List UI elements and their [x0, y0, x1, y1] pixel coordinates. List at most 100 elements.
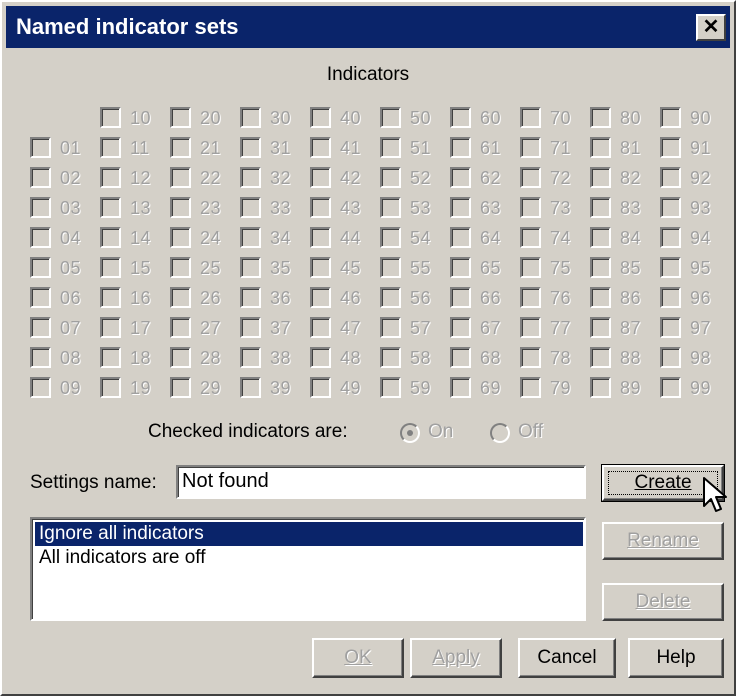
indicator-checkbox[interactable]: 45 [310, 254, 380, 282]
checkbox-box[interactable] [590, 107, 611, 128]
checkbox-box[interactable] [240, 347, 261, 368]
indicator-checkbox[interactable]: 25 [170, 254, 240, 282]
indicator-checkbox[interactable]: 43 [310, 194, 380, 222]
indicator-checkbox[interactable]: 80 [590, 104, 660, 132]
checkbox-box[interactable] [450, 107, 471, 128]
radio-on[interactable] [400, 423, 420, 443]
indicator-checkbox[interactable]: 19 [100, 374, 170, 402]
indicator-checkbox[interactable]: 09 [30, 374, 100, 402]
indicator-checkbox[interactable]: 89 [590, 374, 660, 402]
cancel-button[interactable]: Cancel [518, 638, 616, 678]
indicator-checkbox[interactable]: 68 [450, 344, 520, 372]
indicator-checkbox[interactable]: 88 [590, 344, 660, 372]
indicator-checkbox[interactable]: 50 [380, 104, 450, 132]
indicator-checkbox[interactable]: 30 [240, 104, 310, 132]
indicator-checkbox[interactable]: 03 [30, 194, 100, 222]
indicator-checkbox[interactable]: 69 [450, 374, 520, 402]
checkbox-box[interactable] [380, 137, 401, 158]
delete-button[interactable]: Delete [602, 583, 724, 621]
close-button[interactable]: ✕ [696, 14, 726, 41]
indicator-checkbox[interactable]: 62 [450, 164, 520, 192]
checkbox-box[interactable] [240, 227, 261, 248]
checkbox-box[interactable] [310, 227, 331, 248]
indicator-set-list[interactable]: Ignore all indicators All indicators are… [30, 517, 586, 621]
indicator-checkbox[interactable]: 46 [310, 284, 380, 312]
indicator-checkbox[interactable]: 51 [380, 134, 450, 162]
indicator-checkbox[interactable]: 40 [310, 104, 380, 132]
indicator-checkbox[interactable]: 15 [100, 254, 170, 282]
indicator-checkbox[interactable]: 34 [240, 224, 310, 252]
radio-off[interactable] [490, 423, 510, 443]
indicator-checkbox[interactable]: 90 [660, 104, 730, 132]
indicator-checkbox[interactable]: 21 [170, 134, 240, 162]
indicator-checkbox[interactable]: 20 [170, 104, 240, 132]
indicator-checkbox[interactable]: 87 [590, 314, 660, 342]
ok-button[interactable]: OK [312, 638, 404, 678]
indicator-checkbox[interactable]: 73 [520, 194, 590, 222]
checkbox-box[interactable] [310, 317, 331, 338]
checkbox-box[interactable] [520, 257, 541, 278]
indicator-checkbox[interactable]: 58 [380, 344, 450, 372]
checkbox-box[interactable] [310, 197, 331, 218]
checkbox-box[interactable] [450, 287, 471, 308]
checkbox-box[interactable] [520, 347, 541, 368]
checkbox-box[interactable] [170, 107, 191, 128]
indicator-checkbox[interactable]: 52 [380, 164, 450, 192]
indicator-checkbox[interactable]: 39 [240, 374, 310, 402]
indicator-checkbox[interactable]: 24 [170, 224, 240, 252]
checkbox-box[interactable] [30, 167, 51, 188]
list-item[interactable]: All indicators are off [35, 546, 583, 570]
indicator-checkbox[interactable]: 97 [660, 314, 730, 342]
indicator-checkbox[interactable]: 16 [100, 284, 170, 312]
indicator-checkbox[interactable]: 35 [240, 254, 310, 282]
apply-button[interactable]: Apply [410, 638, 502, 678]
indicator-checkbox[interactable]: 98 [660, 344, 730, 372]
indicator-checkbox[interactable]: 12 [100, 164, 170, 192]
checkbox-box[interactable] [170, 227, 191, 248]
checkbox-box[interactable] [660, 347, 681, 368]
checkbox-box[interactable] [590, 197, 611, 218]
checkbox-box[interactable] [240, 317, 261, 338]
indicator-checkbox[interactable]: 27 [170, 314, 240, 342]
checkbox-box[interactable] [590, 347, 611, 368]
indicator-checkbox[interactable]: 79 [520, 374, 590, 402]
checkbox-box[interactable] [30, 197, 51, 218]
indicator-checkbox[interactable]: 05 [30, 254, 100, 282]
checkbox-box[interactable] [240, 287, 261, 308]
checkbox-box[interactable] [520, 167, 541, 188]
indicator-checkbox[interactable]: 33 [240, 194, 310, 222]
indicator-checkbox[interactable]: 76 [520, 284, 590, 312]
checkbox-box[interactable] [310, 377, 331, 398]
checkbox-box[interactable] [590, 287, 611, 308]
checkbox-box[interactable] [100, 167, 121, 188]
checkbox-box[interactable] [30, 257, 51, 278]
indicator-checkbox[interactable]: 71 [520, 134, 590, 162]
checkbox-box[interactable] [450, 227, 471, 248]
indicator-checkbox[interactable]: 11 [100, 134, 170, 162]
checkbox-box[interactable] [590, 317, 611, 338]
indicator-checkbox[interactable]: 08 [30, 344, 100, 372]
checkbox-box[interactable] [660, 227, 681, 248]
checkbox-box[interactable] [240, 167, 261, 188]
indicator-checkbox[interactable]: 06 [30, 284, 100, 312]
checkbox-box[interactable] [310, 107, 331, 128]
checkbox-box[interactable] [660, 107, 681, 128]
checkbox-box[interactable] [590, 377, 611, 398]
checkbox-box[interactable] [660, 257, 681, 278]
title-bar[interactable]: Named indicator sets ✕ [6, 6, 730, 48]
indicator-checkbox[interactable]: 92 [660, 164, 730, 192]
checkbox-box[interactable] [520, 107, 541, 128]
checkbox-box[interactable] [100, 347, 121, 368]
checkbox-box[interactable] [100, 257, 121, 278]
indicator-checkbox[interactable]: 84 [590, 224, 660, 252]
checkbox-box[interactable] [520, 317, 541, 338]
indicator-checkbox[interactable]: 86 [590, 284, 660, 312]
indicator-checkbox[interactable]: 83 [590, 194, 660, 222]
indicator-checkbox[interactable]: 41 [310, 134, 380, 162]
indicator-checkbox[interactable]: 10 [100, 104, 170, 132]
indicator-checkbox[interactable]: 31 [240, 134, 310, 162]
checkbox-box[interactable] [660, 287, 681, 308]
checkbox-box[interactable] [310, 257, 331, 278]
indicator-checkbox[interactable]: 26 [170, 284, 240, 312]
indicator-checkbox[interactable]: 85 [590, 254, 660, 282]
